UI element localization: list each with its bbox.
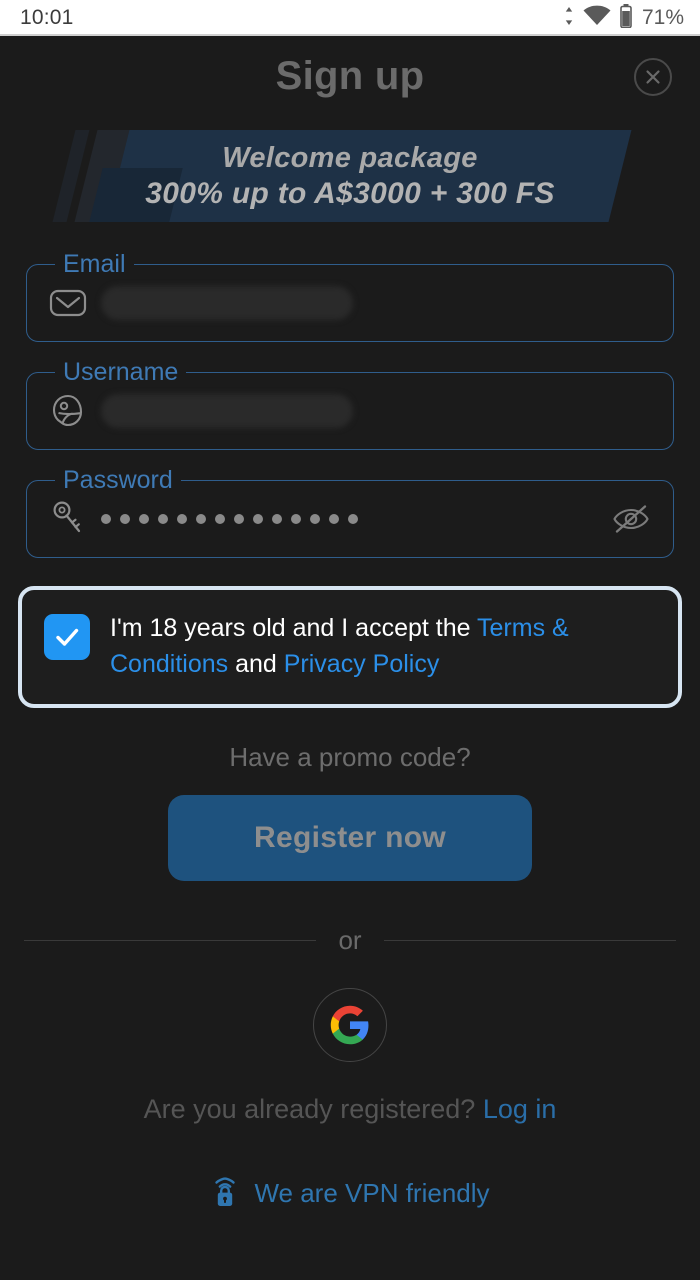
key-icon [47,498,89,540]
username-field-label: Username [55,358,187,386]
terms-acceptance-row[interactable]: I'm 18 years old and I accept the Terms … [18,586,682,708]
google-login-button[interactable] [313,988,387,1062]
signup-screen: Sign up Welcome package 300% up to A$300… [0,36,700,1280]
terms-checkbox[interactable] [44,614,90,660]
password-input-value[interactable] [101,514,609,524]
vpn-friendly-row[interactable]: We are VPN friendly [0,1173,700,1214]
banner-text-group: Welcome package 300% up to A$3000 + 300 … [0,130,700,222]
username-field[interactable]: Username [26,358,674,450]
page-title: Sign up [275,53,425,98]
or-divider: or [24,925,676,956]
username-input-value[interactable] [101,394,353,428]
battery-percentage: 71% [641,6,684,29]
login-prompt-text: Are you already registered? [143,1094,476,1124]
terms-text-middle: and [228,650,284,678]
google-icon [330,1005,369,1045]
envelope-icon [47,282,89,324]
status-bar-time: 10:01 [20,6,74,29]
email-input-value[interactable] [101,286,353,320]
login-prompt-row: Are you already registered? Log in [0,1094,700,1125]
social-login-container [0,988,700,1062]
data-transfer-icon [563,6,575,31]
vpn-lock-icon [210,1173,240,1214]
terms-text: I'm 18 years old and I accept the Terms … [110,610,656,682]
privacy-policy-link[interactable]: Privacy Policy [284,650,440,678]
close-icon [646,70,660,84]
status-bar-indicators: 71% [563,3,684,33]
checkmark-icon [56,628,79,646]
eye-off-icon [613,505,649,533]
divider-line-left [24,940,317,941]
promo-code-link[interactable]: Have a promo code? [0,742,700,773]
email-field[interactable]: Email [26,250,674,342]
divider-label: or [338,925,362,955]
register-button-container: Register now [0,795,700,881]
close-button[interactable] [634,58,672,96]
password-field[interactable]: Password [26,466,674,558]
toggle-password-visibility-button[interactable] [609,497,653,541]
terms-text-before: I'm 18 years old and I accept the [110,614,478,642]
email-field-label: Email [55,250,134,278]
signup-form: Email Username Password [0,222,700,558]
divider-line-right [383,940,676,941]
banner-line-1: Welcome package [222,141,478,174]
page-header: Sign up [0,36,700,116]
status-bar: 10:01 71% [0,0,700,36]
wifi-icon [583,5,611,32]
banner-line-2: 300% up to A$3000 + 300 FS [145,176,555,210]
vpn-friendly-text: We are VPN friendly [254,1178,490,1208]
register-now-button[interactable]: Register now [168,795,532,881]
password-field-label: Password [55,466,181,494]
battery-icon [619,3,633,33]
helmet-icon [47,390,89,432]
log-in-link[interactable]: Log in [483,1094,557,1124]
welcome-package-banner: Welcome package 300% up to A$3000 + 300 … [0,130,700,222]
